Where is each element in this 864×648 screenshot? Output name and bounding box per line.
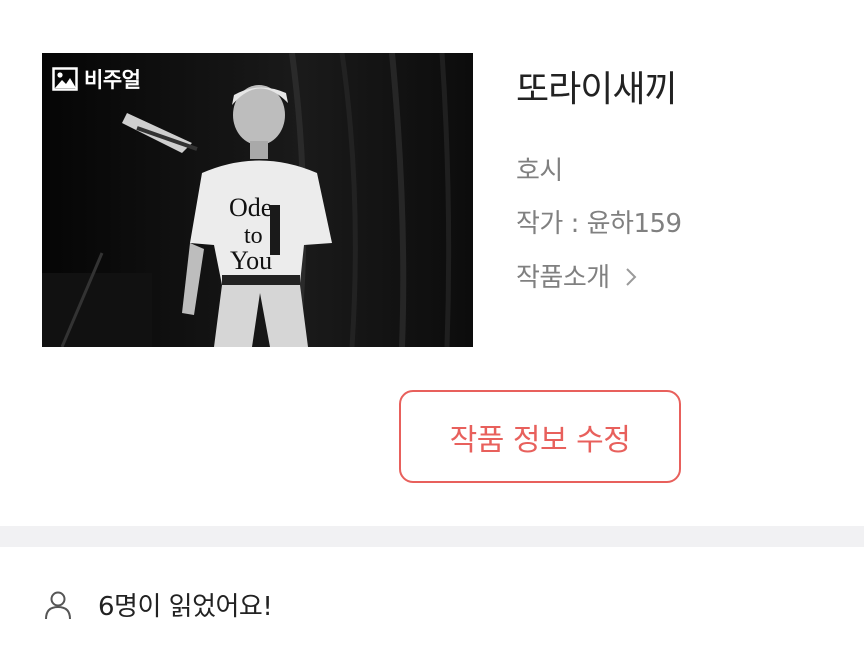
reader-count: 6명이 읽었어요! <box>44 586 273 623</box>
chevron-right-icon <box>624 265 638 287</box>
visual-badge-label: 비주얼 <box>84 68 141 92</box>
reader-count-text: 6명이 읽었어요! <box>98 592 273 622</box>
visual-badge: 비주얼 <box>52 64 141 94</box>
edit-work-info-button[interactable]: 작품 정보 수정 <box>399 390 681 483</box>
work-intro-label: 작품소개 <box>516 263 610 293</box>
character-name: 호시 <box>516 156 563 186</box>
section-divider <box>0 526 864 547</box>
work-title: 또라이새끼 <box>516 69 678 110</box>
cover-image[interactable]: Ode to You 비주얼 <box>42 53 473 347</box>
svg-text:Ode: Ode <box>229 193 272 222</box>
person-icon <box>44 590 72 620</box>
image-icon <box>52 66 78 92</box>
work-intro-link[interactable]: 작품소개 <box>516 257 638 294</box>
author-name: 작가 : 윤하159 <box>516 209 682 239</box>
cover-photo: Ode to You <box>42 53 473 347</box>
svg-text:You: You <box>230 246 272 275</box>
